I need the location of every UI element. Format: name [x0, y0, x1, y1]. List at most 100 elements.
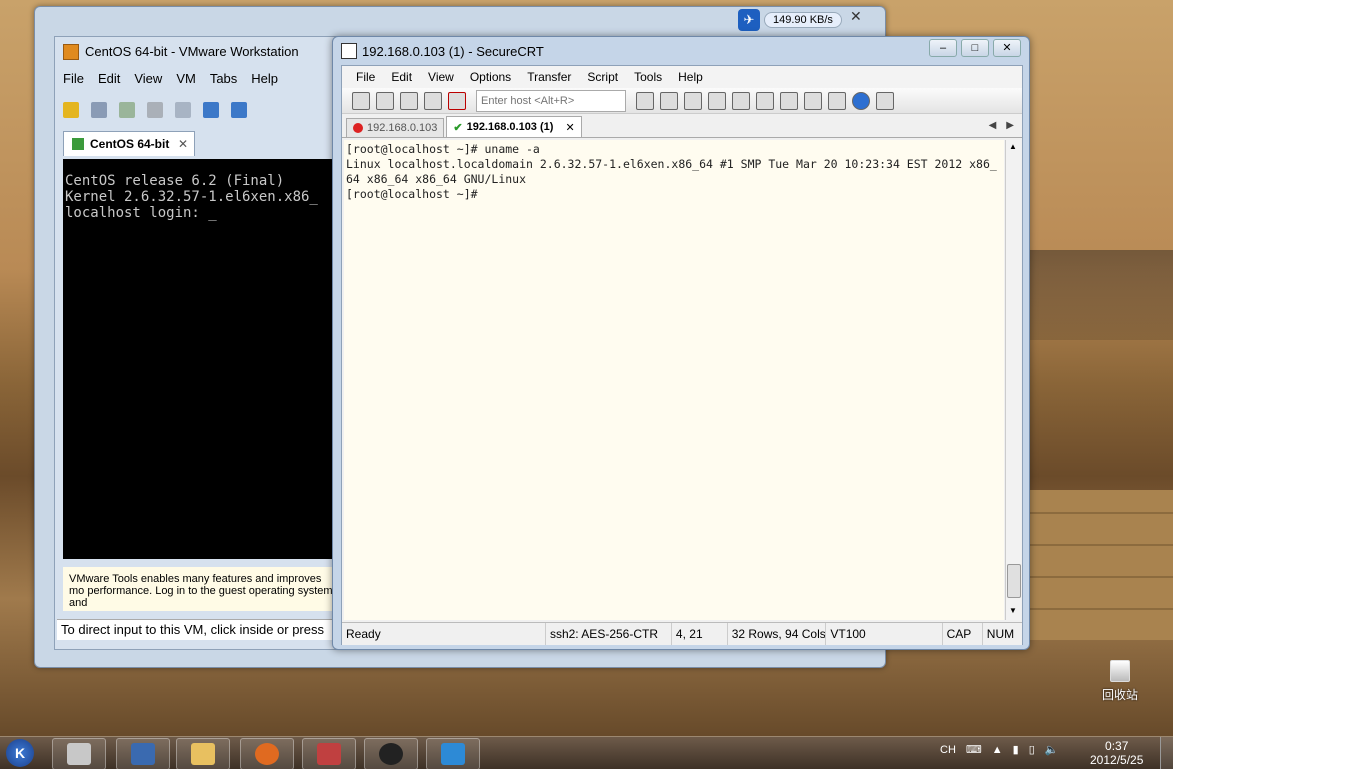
firefox-icon	[255, 743, 279, 765]
securecrt-toolbar	[342, 88, 1022, 114]
crt-menu-help[interactable]: Help	[670, 70, 711, 84]
window-controls: – □ ✕	[929, 39, 1021, 57]
securecrt-title-bar[interactable]: 192.168.0.103 (1) - SecureCRT	[341, 41, 544, 61]
qq-icon	[379, 743, 403, 765]
full-screen-icon[interactable]	[231, 102, 247, 118]
start-button[interactable]: K	[6, 739, 34, 767]
close-icon[interactable]: ✕	[178, 137, 188, 151]
desktop-wallpaper-balustrade	[1030, 250, 1173, 340]
crt-menu-script[interactable]: Script	[579, 70, 626, 84]
connect-in-tab-icon[interactable]	[400, 91, 418, 110]
chevron-right-icon[interactable]: ▶	[1006, 120, 1014, 131]
keymap-icon[interactable]	[876, 91, 894, 110]
system-tray: CH ⌨ ▲ ▮ ▯ 🔈	[940, 743, 1059, 757]
vmware-status-bar: To direct input to this VM, click inside…	[57, 619, 349, 640]
taskbar-app-notepad[interactable]	[302, 738, 356, 770]
global-options-icon[interactable]	[804, 91, 822, 110]
language-indicator[interactable]: CH	[940, 744, 956, 756]
scroll-up-icon[interactable]: ▲	[1009, 142, 1017, 151]
snapshot-manager-icon[interactable]	[175, 102, 191, 118]
print-selection-icon[interactable]	[732, 91, 750, 110]
send-ctrl-alt-del-icon[interactable]	[91, 102, 107, 118]
terminal-scrollbar[interactable]: ▲ ▼	[1005, 140, 1021, 620]
crt-menu-options[interactable]: Options	[462, 70, 519, 84]
snapshot-icon[interactable]	[119, 102, 135, 118]
vmware-window[interactable]: CentOS 64-bit - VMware Workstation File …	[54, 36, 349, 650]
vmware-title-bar[interactable]: CentOS 64-bit - VMware Workstation	[63, 41, 299, 63]
crt-menu-tools[interactable]: Tools	[626, 70, 670, 84]
print-screen-icon[interactable]	[708, 91, 726, 110]
pause-icon[interactable]	[63, 102, 79, 118]
show-desktop-button[interactable]	[1160, 737, 1174, 769]
tab-session-1[interactable]: 192.168.0.103	[346, 118, 445, 137]
vmware-menu-edit[interactable]: Edit	[98, 71, 120, 93]
help-icon[interactable]	[852, 91, 870, 110]
tab-session-2[interactable]: ✔ 192.168.0.103 (1) ✕	[446, 116, 582, 137]
recycle-bin-shortcut[interactable]: 回收站	[1098, 660, 1142, 703]
keyboard-icon[interactable]: ⌨	[966, 743, 982, 756]
disconnect-icon[interactable]	[448, 91, 466, 110]
session-options-icon[interactable]	[780, 91, 798, 110]
connected-check-icon: ✔	[453, 121, 463, 134]
print-icon[interactable]	[756, 91, 774, 110]
terminal-area[interactable]: [root@localhost ~]# uname -a Linux localh…	[344, 140, 1004, 620]
crt-menu-view[interactable]: View	[420, 70, 462, 84]
taskbar-app-kmplayer[interactable]	[116, 738, 170, 770]
tab-centos-vm[interactable]: CentOS 64-bit ✕	[63, 131, 195, 156]
crt-menu-file[interactable]: File	[348, 70, 383, 84]
clock-time: 0:37	[1105, 739, 1129, 753]
copy-icon[interactable]	[636, 91, 654, 110]
recycle-bin-label: 回收站	[1101, 688, 1138, 702]
close-button[interactable]: ✕	[993, 39, 1021, 57]
taskbar-app-explorer[interactable]	[176, 738, 230, 770]
taskbar-app-firefox[interactable]	[240, 738, 294, 770]
securecrt-window[interactable]: 192.168.0.103 (1) - SecureCRT – □ ✕ File…	[332, 36, 1030, 650]
securecrt-title: 192.168.0.103 (1) - SecureCRT	[362, 43, 544, 59]
paste-icon[interactable]	[660, 91, 678, 110]
network-signal-icon[interactable]: ▮	[1013, 743, 1019, 756]
vmware-menu-tabs[interactable]: Tabs	[210, 71, 237, 93]
quick-connect-icon[interactable]	[376, 91, 394, 110]
vmware-taskbar-icon	[67, 743, 91, 765]
close-icon[interactable]: ✕	[850, 8, 862, 25]
taskbar-app-securecrt[interactable]	[426, 738, 480, 770]
crt-menu-edit[interactable]: Edit	[383, 70, 420, 84]
vmware-menu-view[interactable]: View	[134, 71, 162, 93]
chevron-left-icon[interactable]: ◀	[989, 120, 997, 131]
vmware-menu-vm[interactable]: VM	[176, 71, 196, 93]
reconnect-icon[interactable]	[424, 91, 442, 110]
volume-icon[interactable]: 🔈	[1045, 743, 1059, 756]
vmware-title: CentOS 64-bit - VMware Workstation	[85, 44, 299, 59]
vmware-menu-file[interactable]: File	[63, 71, 84, 93]
notepad-icon	[317, 743, 341, 765]
taskbar-app-vmware[interactable]	[52, 738, 106, 770]
key-icon[interactable]	[828, 91, 846, 110]
scrollbar-thumb[interactable]	[1007, 564, 1021, 598]
console-line: localhost login: _	[65, 205, 217, 221]
battery-icon[interactable]: ▯	[1029, 743, 1035, 756]
show-hidden-icons-icon[interactable]: ▲	[992, 744, 1003, 756]
clock[interactable]: 0:37 2012/5/25	[1090, 739, 1143, 767]
status-caps: CAP	[943, 623, 983, 645]
sidebar-toggle-icon[interactable]	[203, 102, 219, 118]
taskbar-app-qq[interactable]	[364, 738, 418, 770]
connect-icon[interactable]	[352, 91, 370, 110]
vmware-menu-help[interactable]: Help	[251, 71, 278, 93]
scroll-down-icon[interactable]: ▼	[1009, 606, 1017, 615]
network-speed-widget[interactable]: ✈ 149.90 KB/s ✕	[738, 8, 862, 32]
terminal-line: Linux localhost.localdomain 2.6.32.57-1.…	[346, 157, 997, 171]
vmware-tools-hint: VMware Tools enables many features and i…	[63, 567, 345, 611]
find-icon[interactable]	[684, 91, 702, 110]
session-tab-label: 192.168.0.103	[367, 122, 438, 134]
maximize-button[interactable]: □	[961, 39, 989, 57]
host-input[interactable]	[476, 89, 626, 112]
status-emulation: VT100	[826, 623, 943, 645]
tab-navigation: ◀ ▶	[989, 120, 1014, 131]
minimize-button[interactable]: –	[929, 39, 957, 57]
revert-snapshot-icon[interactable]	[147, 102, 163, 118]
terminal-line: [root@localhost ~]# uname -a	[346, 142, 540, 156]
crt-menu-transfer[interactable]: Transfer	[519, 70, 579, 84]
status-cipher: ssh2: AES-256-CTR	[546, 623, 672, 645]
vm-console[interactable]: CentOS release 6.2 (Final) Kernel 2.6.32.…	[63, 159, 345, 559]
close-icon[interactable]: ✕	[565, 121, 574, 134]
